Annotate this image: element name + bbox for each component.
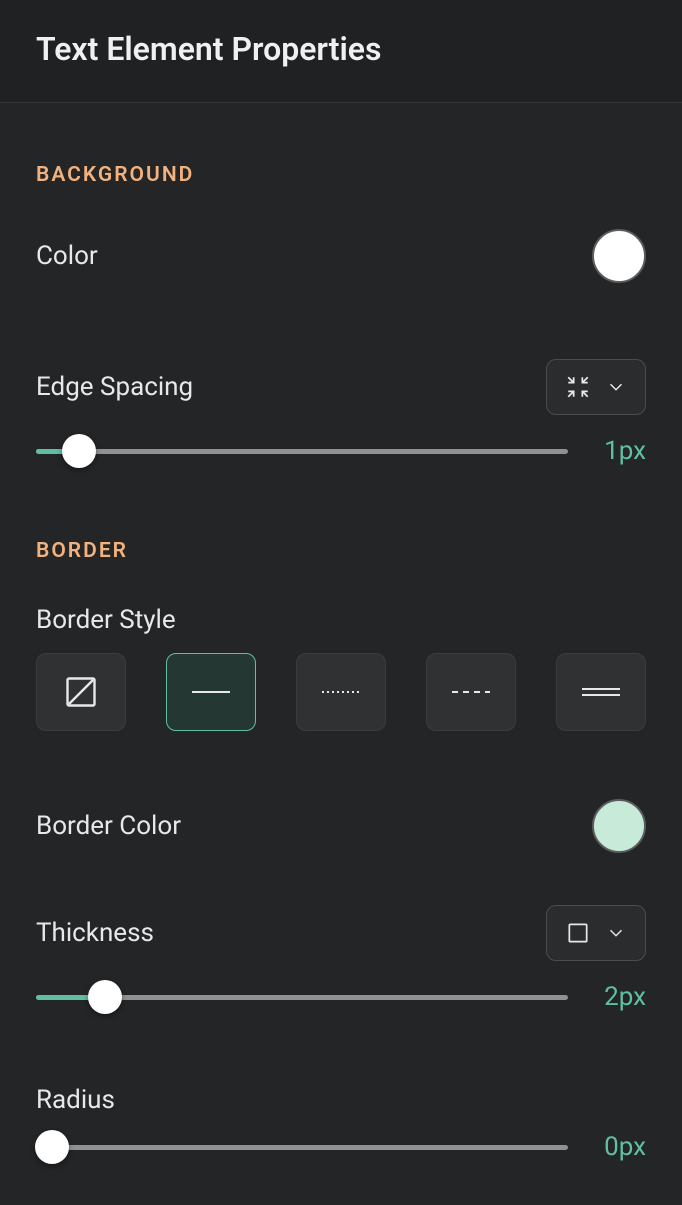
thickness-slider-row: 2px [36, 979, 646, 1015]
slider-track [36, 1145, 568, 1150]
background-color-row: Color [36, 229, 646, 283]
edge-spacing-value: 1px [592, 436, 646, 466]
radius-slider-row: 0px [36, 1129, 646, 1165]
border-style-solid[interactable] [166, 653, 256, 731]
thickness-label: Thickness [36, 918, 154, 948]
edge-spacing-slider-row: 1px [36, 433, 646, 469]
border-color-label: Border Color [36, 811, 181, 841]
slider-thumb[interactable] [35, 1130, 69, 1164]
border-style-double[interactable] [556, 653, 646, 731]
border-color-swatch[interactable] [592, 799, 646, 853]
border-style-options [36, 653, 646, 731]
border-style-none[interactable] [36, 653, 126, 731]
square-icon [565, 920, 591, 946]
panel-header: Text Element Properties [0, 0, 682, 103]
slider-thumb[interactable] [88, 980, 122, 1014]
edge-spacing-slider[interactable] [36, 433, 568, 469]
slider-thumb[interactable] [62, 434, 96, 468]
edge-spacing-mode-dropdown[interactable] [546, 359, 646, 415]
background-color-swatch[interactable] [592, 229, 646, 283]
background-color-label: Color [36, 241, 98, 271]
thickness-slider[interactable] [36, 979, 568, 1015]
section-background-title: BACKGROUND [36, 163, 646, 187]
slider-track [36, 449, 568, 454]
border-color-row: Border Color [36, 799, 646, 853]
properties-panel: BACKGROUND Color Edge Spacing [0, 103, 682, 1205]
radius-label: Radius [36, 1085, 646, 1115]
thickness-mode-dropdown[interactable] [546, 905, 646, 961]
edge-spacing-row: Edge Spacing [36, 359, 646, 415]
radius-slider[interactable] [36, 1129, 568, 1165]
chevron-down-icon [605, 922, 627, 944]
section-border-title: BORDER [36, 539, 646, 563]
thickness-row: Thickness [36, 905, 646, 961]
edge-spacing-label: Edge Spacing [36, 372, 193, 402]
border-style-dotted[interactable] [296, 653, 386, 731]
border-style-label: Border Style [36, 605, 646, 635]
collapse-icon [565, 374, 591, 400]
border-style-dashed[interactable] [426, 653, 516, 731]
panel-title: Text Element Properties [36, 30, 646, 68]
radius-value: 0px [592, 1132, 646, 1162]
thickness-value: 2px [592, 982, 646, 1012]
chevron-down-icon [605, 376, 627, 398]
